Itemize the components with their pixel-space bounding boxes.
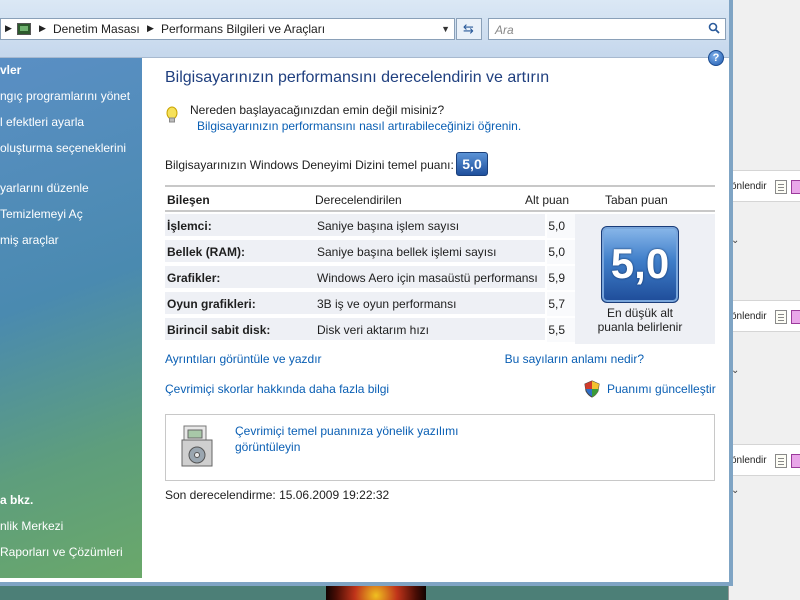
header-rated: Derecelendirilen (315, 193, 402, 207)
breadcrumb-separator-icon[interactable]: ▶ (39, 23, 46, 34)
page-title: Bilgisayarınızın performansını derecelen… (165, 69, 550, 86)
search-icon[interactable] (708, 22, 720, 34)
background-row[interactable]: önlendir (729, 444, 800, 476)
score-table-header: Bileşen Derecelendirilen Alt puan Taban … (165, 185, 715, 212)
search-placeholder: Ara (495, 23, 514, 37)
task-pane: vler ngıç programlarını yönet l efektler… (0, 58, 142, 578)
address-bar[interactable]: ▶ ▶ Denetim Masası ▶ Performans Bilgiler… (0, 18, 455, 40)
lightbulb-icon (166, 106, 178, 123)
search-input[interactable]: Ara (488, 18, 726, 40)
software-box-icon (181, 425, 213, 467)
rated-description: Windows Aero için masaüstü performansı (317, 271, 538, 285)
sidebar-item-power-settings[interactable]: yarlarını düzenle (0, 181, 89, 195)
document-icon (775, 310, 787, 324)
base-score-badge: 5,0 (456, 152, 488, 176)
control-panel-window: ▶ ▶ Denetim Masası ▶ Performans Bilgiler… (0, 0, 733, 586)
folder-icon (791, 180, 800, 194)
component-name: Grafikler: (167, 271, 221, 285)
table-row: Grafikler: Windows Aero için masaüstü pe… (165, 266, 575, 290)
background-row[interactable]: önlendir (729, 170, 800, 202)
online-software-link[interactable]: Çevrimiçi temel puanınıza yönelik yazılı… (235, 423, 495, 455)
task-pane-heading: vler (0, 63, 22, 77)
document-icon (775, 454, 787, 468)
address-toolbar: ▶ ▶ Denetim Masası ▶ Performans Bilgiler… (0, 0, 729, 58)
rated-description: Saniye başına işlem sayısı (317, 219, 460, 233)
table-row: Oyun grafikleri: 3B iş ve oyun performan… (165, 292, 575, 316)
base-score-caption: En düşük alt puanla belirlenir (597, 306, 683, 334)
breadcrumb-performance[interactable]: Performans Bilgileri ve Araçları (161, 22, 325, 36)
table-row: Birincil sabit disk: Disk veri aktarım h… (165, 318, 575, 342)
sidebar-item-advanced-tools[interactable]: miş araçlar (0, 233, 59, 247)
help-icon[interactable]: ? (708, 50, 724, 66)
table-row: İşlemci: Saniye başına işlem sayısı 5,0 (165, 214, 575, 238)
background-row-label: önlendir (731, 455, 767, 466)
refresh-icon: ⇆ (463, 21, 474, 36)
view-print-details-link[interactable]: Ayrıntıları görüntüle ve yazdır (165, 352, 322, 366)
update-score-link[interactable]: Puanımı güncelleştir (607, 382, 716, 396)
base-score-label: Bilgisayarınızın Windows Deneyimi Dizini… (165, 158, 454, 172)
sidebar-item-disk-cleanup[interactable]: Temizlemeyi Aç (0, 207, 83, 221)
breadcrumb-control-panel[interactable]: Denetim Masası (53, 22, 140, 36)
header-component: Bileşen (167, 193, 210, 207)
folder-icon (791, 310, 800, 324)
base-score-big-badge: 5,0 (601, 226, 679, 303)
control-panel-icon (17, 23, 31, 35)
header-base-score: Taban puan (605, 193, 668, 207)
chevron-down-icon[interactable]: ▼ (441, 24, 450, 34)
subscore-value: 5,7 (545, 292, 575, 316)
subscore-value: 5,0 (545, 240, 575, 264)
component-name: İşlemci: (167, 219, 212, 233)
component-name: Bellek (RAM): (167, 245, 246, 259)
rated-description: Saniye başına bellek işlemi sayısı (317, 245, 497, 259)
last-rated-timestamp: Son derecelendirme: 15.06.2009 19:22:32 (165, 488, 390, 502)
what-do-numbers-mean-link[interactable]: Bu sayıların anlamı nedir? (505, 352, 644, 366)
component-name: Oyun grafikleri: (167, 297, 256, 311)
background-window: önlendir ⌄ önlendir ⌄ önlendir ⌄ (728, 0, 800, 600)
tip-question: Nereden başlayacağınızdan emin değil mis… (190, 103, 445, 117)
online-scores-info-link[interactable]: Çevrimiçi skorlar hakkında daha fazla bi… (165, 382, 389, 396)
header-subscore: Alt puan (525, 193, 570, 207)
back-arrow-icon[interactable]: ▶ (5, 23, 12, 34)
document-icon (775, 180, 787, 194)
background-row-label: önlendir (731, 311, 767, 322)
table-row: Bellek (RAM): Saniye başına bellek işlem… (165, 240, 575, 264)
improve-performance-link[interactable]: Bilgisayarınızın performansını nasıl art… (197, 119, 521, 133)
background-row-label: önlendir (731, 181, 767, 192)
see-also-security-center[interactable]: nlik Merkezi (0, 519, 63, 533)
rated-description: Disk veri aktarım hızı (317, 323, 430, 337)
refresh-button[interactable]: ⇆ (456, 18, 482, 40)
background-row[interactable]: önlendir (729, 300, 800, 332)
sidebar-item-indexing-options[interactable]: oluşturma seçeneklerini (0, 141, 126, 155)
breadcrumb-separator-icon[interactable]: ▶ (147, 23, 154, 34)
folder-icon (791, 454, 800, 468)
sidebar-item-visual-effects[interactable]: l efektleri ayarla (0, 115, 84, 129)
see-also-heading: a bkz. (0, 493, 34, 507)
subscore-value: 5,9 (545, 266, 575, 290)
see-also-problem-reports[interactable]: Raporları ve Çözümleri (0, 545, 123, 559)
rated-description: 3B iş ve oyun performansı (317, 297, 457, 311)
sidebar-item-startup-programs[interactable]: ngıç programlarını yönet (0, 89, 130, 103)
shield-icon (584, 380, 600, 398)
subscore-value: 5,5 (545, 318, 575, 342)
component-name: Birincil sabit disk: (167, 323, 271, 337)
subscore-value: 5,0 (545, 214, 575, 238)
